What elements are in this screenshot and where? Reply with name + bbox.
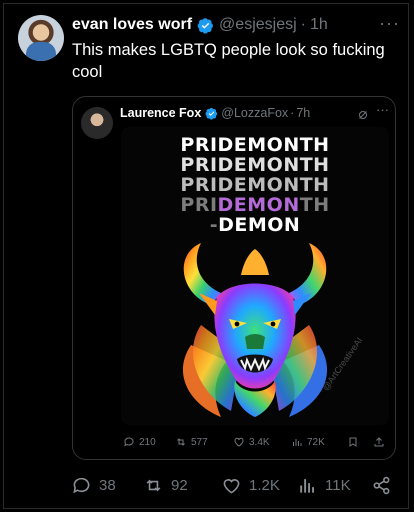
views-count: 11K bbox=[325, 477, 351, 494]
quoted-separator-dot: · bbox=[290, 106, 295, 120]
pridemonth-line-5-dash: - bbox=[209, 214, 219, 236]
pridemonth-line-4-start: PRI bbox=[180, 194, 218, 216]
rainbow-demon-illustration bbox=[182, 243, 328, 417]
quoted-reply-button[interactable]: 210 bbox=[123, 436, 156, 448]
quoted-views-count: 72K bbox=[307, 436, 325, 448]
quoted-like-count: 3.4K bbox=[249, 436, 270, 448]
author-avatar[interactable] bbox=[18, 15, 64, 61]
pridemonth-text-stack: PRIDEMONTH PRIDEMONTH PRIDEMONTH PRIDEMO… bbox=[121, 135, 389, 235]
separator-dot: · bbox=[300, 16, 306, 33]
pridemonth-line-2: PRIDEMONTH bbox=[180, 154, 330, 176]
quoted-views-button[interactable]: 72K bbox=[291, 436, 325, 448]
reply-button[interactable]: 38 bbox=[72, 476, 116, 495]
quoted-bookmark-icon bbox=[349, 437, 357, 447]
quoted-reply-count: 210 bbox=[139, 436, 156, 448]
quoted-action-bar: 210 577 3.4K 72K bbox=[121, 436, 389, 454]
like-count: 1.2K bbox=[249, 477, 280, 494]
quoted-repost-icon bbox=[177, 438, 185, 446]
verified-badge-icon bbox=[197, 17, 213, 34]
quoted-reply-icon bbox=[124, 437, 134, 447]
quoted-share-icon bbox=[374, 437, 384, 447]
quoted-repost-button[interactable]: 577 bbox=[175, 436, 208, 448]
share-button[interactable] bbox=[372, 476, 391, 495]
tweet-header: evan loves worf @esjesjesj · 1h ··· bbox=[72, 13, 404, 36]
like-icon bbox=[223, 479, 240, 494]
tweet-action-bar: 38 92 1.2K 11K bbox=[72, 476, 402, 498]
pridemonth-line-3: PRIDEMONTH bbox=[180, 174, 330, 196]
quoted-share-button[interactable] bbox=[373, 436, 385, 448]
pridemonth-line-1: PRIDEMONTH bbox=[180, 134, 330, 156]
quoted-like-button[interactable]: 3.4K bbox=[233, 436, 270, 448]
quoted-tweet-header: Laurence Fox @LozzaFox · 7h bbox=[120, 106, 387, 120]
quoted-repost-count: 577 bbox=[191, 436, 208, 448]
reply-icon bbox=[73, 477, 90, 494]
tweet-text: This makes LGBTQ people look so fucking … bbox=[72, 41, 385, 81]
repost-count: 92 bbox=[171, 477, 188, 494]
quoted-author-avatar[interactable] bbox=[81, 107, 113, 139]
pridemonth-line-4-demon: DEMON bbox=[217, 194, 300, 216]
grok-icon[interactable] bbox=[357, 109, 369, 121]
quoted-author-name[interactable]: Laurence Fox bbox=[120, 106, 201, 120]
pridemonth-line-5-demon: DEMON bbox=[218, 214, 301, 236]
quoted-views-icon bbox=[293, 439, 302, 446]
author-name[interactable]: evan loves worf bbox=[72, 16, 192, 34]
quoted-tweet-card[interactable]: Laurence Fox @LozzaFox · 7h ··· PRIDEMON… bbox=[72, 96, 396, 460]
pridemonth-line-4-end: TH bbox=[299, 194, 330, 216]
timestamp[interactable]: 1h bbox=[310, 16, 328, 34]
quoted-timestamp[interactable]: 7h bbox=[296, 106, 310, 120]
like-button[interactable]: 1.2K bbox=[222, 476, 280, 495]
quoted-bookmark-button[interactable] bbox=[347, 436, 359, 448]
reply-count: 38 bbox=[99, 477, 116, 494]
quoted-author-handle[interactable]: @LozzaFox bbox=[221, 106, 288, 120]
quoted-verified-badge-icon bbox=[205, 107, 218, 120]
views-button[interactable]: 11K bbox=[298, 476, 351, 495]
author-handle[interactable]: @esjesjesj bbox=[219, 16, 297, 34]
pridemonth-line-5: -DEMON bbox=[121, 215, 389, 235]
repost-icon bbox=[146, 479, 161, 492]
quoted-like-icon bbox=[234, 437, 244, 447]
share-icon bbox=[373, 476, 390, 495]
views-icon bbox=[300, 479, 314, 493]
pridemonth-demon-image[interactable]: PRIDEMONTH PRIDEMONTH PRIDEMONTH PRIDEMO… bbox=[121, 127, 389, 425]
more-options-icon[interactable]: ··· bbox=[379, 13, 400, 34]
quoted-more-options-icon[interactable]: ··· bbox=[376, 102, 389, 117]
pridemonth-line-4: PRIDEMONTH bbox=[121, 195, 389, 215]
repost-button[interactable]: 92 bbox=[144, 476, 188, 495]
